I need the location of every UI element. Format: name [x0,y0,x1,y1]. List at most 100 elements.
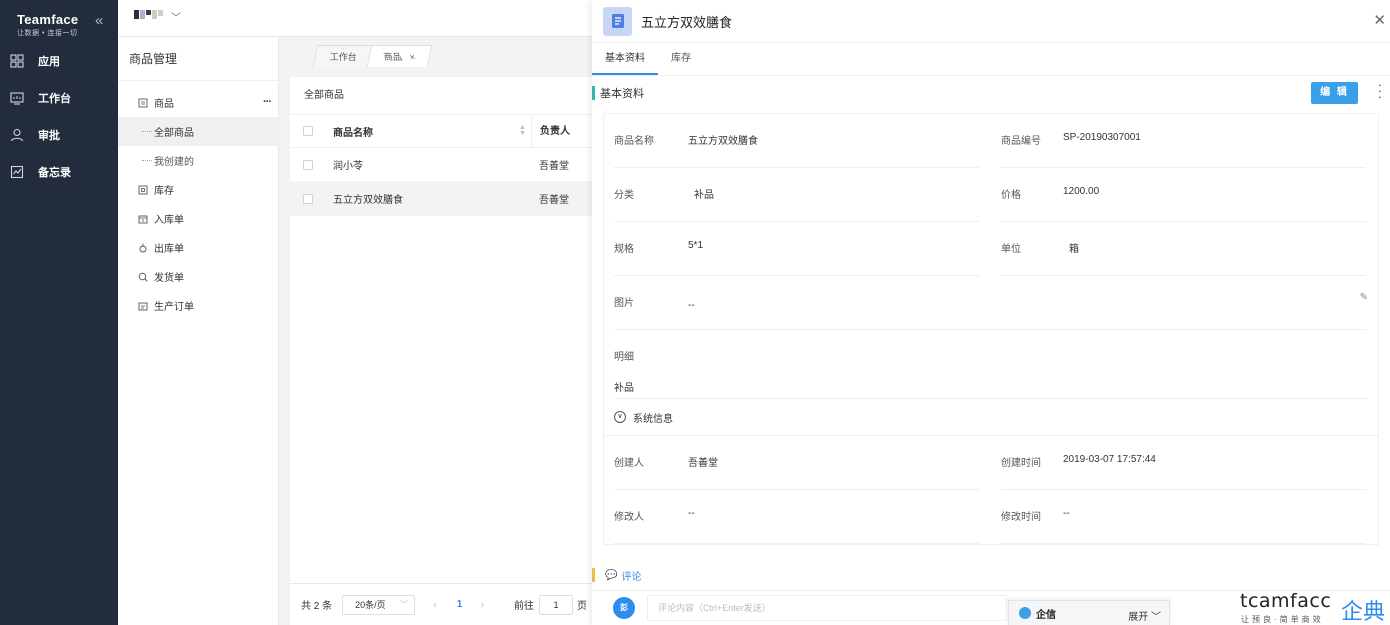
pencil-icon[interactable]: ✎ [1360,292,1368,303]
column-header-owner[interactable]: 负责人 [531,114,593,148]
inventory-icon [138,185,148,195]
sort-icon[interactable]: ▲ ▼ [519,124,526,137]
goto-label: 前往 [514,601,535,612]
tab-basic-info[interactable]: 基本资料 [592,43,658,75]
tree-node-inventory[interactable]: 库存 [118,175,278,204]
list-title: 全部商品 [290,77,593,115]
system-info-toggle[interactable]: ∨ 系统信息 [604,399,1378,436]
select-all-checkbox[interactable] [303,126,313,136]
nav-item-label: 应用 [38,55,60,68]
tree-node-label: 出库单 [154,244,184,255]
company-logo[interactable] [134,10,164,19]
comment-icon: 💬 [605,569,618,581]
product-detail-drawer: 五立方双效膳食 ✕ 基本资料 库存 基本资料 编 辑 · · · 商品名称 五立方双… [592,0,1390,625]
drawer-header: 五立方双效膳食 ✕ [592,0,1390,43]
field-product-name: 商品名称 五立方双效膳食 [604,114,991,168]
divider [1001,543,1366,544]
chat-label: 企信 [1036,609,1056,621]
table-row[interactable]: 五立方双效膳食 吾善堂 [290,182,593,216]
comment-section-header: 💬 评论 [592,566,1390,584]
field-price: 价格 1200.00 [991,168,1378,222]
field-label: 创建时间 [1001,458,1041,469]
field-label: 商品编号 [1001,136,1041,147]
tab-workbench[interactable]: 工作台 [312,45,375,67]
page-number[interactable]: 1 [457,599,463,610]
nav-item-approval[interactable]: 审批 [0,116,118,153]
tree-node-label: 入库单 [154,215,184,226]
comment-label[interactable]: 评论 [621,568,641,583]
field-label: 创建人 [614,458,644,469]
next-page-icon[interactable]: › [480,599,484,611]
field-spec: 规格 5*1 [604,222,991,276]
tab-inventory[interactable]: 库存 [658,43,704,75]
more-icon[interactable]: ··· [263,96,272,108]
section-marker [592,86,595,100]
collapse-sidebar-icon[interactable]: « [95,12,103,29]
chevron-down-circle-icon: ∨ [614,411,626,423]
top-bar: ﹀ [118,0,593,37]
tab-products[interactable]: 商品 × [366,45,433,68]
nav-item-workbench[interactable]: 工作台 [0,79,118,116]
tree-node-label: 发货单 [154,273,184,284]
watermark-zh: 企典 [1341,599,1386,624]
nav-item-apps[interactable]: 应用 [0,42,118,79]
product-icon [138,98,148,108]
row-checkbox[interactable] [303,159,313,170]
section-title: 基本资料 [600,88,644,100]
edit-button[interactable]: 编 辑 [1311,82,1358,104]
field-label: 价格 [1001,190,1021,201]
column-header-name[interactable]: 商品名称 [333,124,531,139]
company-switch-chevron-down-icon[interactable]: ﹀ [171,9,181,24]
form-row: 分类 补品 价格 1200.00 [604,168,1378,222]
drawer-title: 五立方双效膳食 [641,14,733,30]
field-created-time: 创建时间 2019-03-07 17:57:44 [991,436,1378,490]
avatar: 彭 [613,597,635,619]
field-value: -- [688,508,695,519]
tree-node-shipment[interactable]: 发货单 [118,262,278,291]
page-size-select[interactable]: 20条/页 ﹀ [342,594,416,615]
tree-node-label: 我创建的 [154,157,194,168]
field-label: 图片 [614,298,634,309]
field-value: 五立方双效膳食 [688,136,758,147]
tree-node-product[interactable]: 商品 ··· [118,88,278,117]
page-tabs: 工作台 商品 × [279,37,593,67]
inbound-icon [138,214,148,224]
comment-input[interactable]: 评论内容（Ctrl+Enter发送） [647,595,1007,621]
apps-icon [10,53,24,68]
row-checkbox[interactable] [303,193,313,204]
tree-node-my-created[interactable]: 我创建的 [118,146,278,175]
total-count: 共 2 条 [301,601,333,612]
tree-node-label: 商品 [154,99,174,110]
field-label: 商品名称 [614,136,654,147]
tree-node-production-order[interactable]: 生产订单 [118,291,278,320]
system-info-label: 系统信息 [633,413,673,425]
field-modifier: 修改人 -- [604,490,991,544]
chat-expand[interactable]: 展开 ﹀ [1128,608,1161,623]
cell-owner: 吾善堂 [539,195,569,206]
close-icon[interactable]: ✕ [1373,11,1386,29]
approval-icon [10,128,24,142]
chat-widget[interactable]: 企信 展开 ﹀ [1008,600,1170,625]
nav-item-memo[interactable]: 备忘录 [0,153,118,190]
field-label: 修改时间 [1001,512,1041,523]
chat-expand-label: 展开 [1128,612,1149,623]
tree-node-inbound[interactable]: 入库单 [118,204,278,233]
field-value: 1200.00 [1063,186,1100,197]
form-row: 创建人 吾善堂 创建时间 2019-03-07 17:57:44 [604,436,1378,490]
creator-link[interactable]: 吾善堂 [688,454,718,469]
field-image: 图片 -- ✎ [604,276,1378,330]
table-row[interactable]: 润小苓 吾善堂 [290,148,593,182]
close-tab-icon[interactable]: × [407,46,417,68]
tree-node-all-products[interactable]: 全部商品 [118,117,278,146]
field-value: 箱 [1069,244,1079,255]
chat-bubble-icon [1019,607,1031,619]
field-product-code: 商品编号 SP-20190307001 [991,114,1378,168]
more-vertical-icon[interactable]: · · · [1378,78,1382,103]
tree-node-outbound[interactable]: 出库单 [118,233,278,262]
cell-name: 润小苓 [333,161,363,172]
cell-owner: 吾善堂 [539,161,569,172]
goto-page-input[interactable]: 1 [539,594,574,615]
nav-item-label: 工作台 [38,92,71,105]
divider [614,543,979,544]
prev-page-icon[interactable]: ‹ [433,599,437,611]
